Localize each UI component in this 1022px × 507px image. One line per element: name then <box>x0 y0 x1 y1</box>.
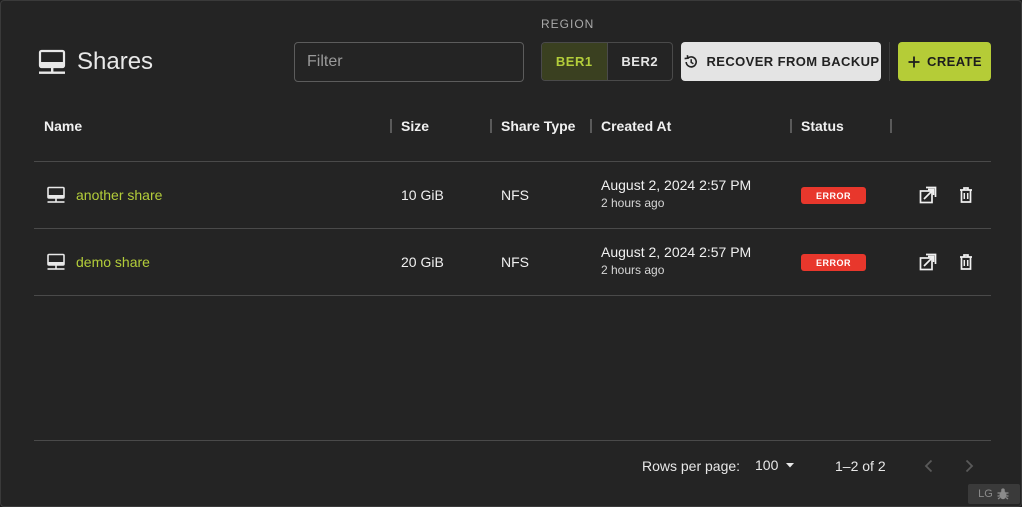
debug-badge-label: LG <box>978 488 993 500</box>
status-badge: ERROR <box>801 187 866 204</box>
trash-icon[interactable] <box>956 252 976 272</box>
created-at-date: August 2, 2024 2:57 PM <box>601 177 752 193</box>
rows-per-page-label: Rows per page: <box>642 458 741 474</box>
toolbar-divider <box>889 42 890 81</box>
table-header: Name Size Share Type Created At Status <box>34 106 991 162</box>
created-at: August 2, 2024 2:57 PM 2 hours ago <box>601 244 751 277</box>
create-label: CREATE <box>927 54 982 69</box>
created-at: August 2, 2024 2:57 PM 2 hours ago <box>601 177 751 210</box>
debug-badge[interactable]: LG <box>968 484 1020 504</box>
rows-per-page-value: 100 <box>755 457 779 473</box>
region-ber2-button[interactable]: BER2 <box>608 43 673 80</box>
recover-from-backup-button[interactable]: RECOVER FROM BACKUP <box>681 42 881 81</box>
chevron-left-icon[interactable] <box>920 457 938 475</box>
share-size: 10 GiB <box>401 187 444 203</box>
restore-icon <box>684 54 697 68</box>
column-header-created-at[interactable]: Created At <box>601 106 671 145</box>
table-row: another share 10 GiB NFS August 2, 2024 … <box>34 162 991 229</box>
region-ber1-button[interactable]: BER1 <box>542 43 608 80</box>
open-external-icon[interactable] <box>918 252 938 272</box>
status-badge: ERROR <box>801 254 866 271</box>
filter-input[interactable] <box>294 42 524 82</box>
bug-icon <box>997 488 1009 500</box>
create-button[interactable]: CREATE <box>898 42 991 81</box>
shares-panel: Shares REGION BER1 BER2 RECOVER FROM BAC… <box>0 0 1022 507</box>
share-size: 20 GiB <box>401 254 444 270</box>
region-toggle: BER1 BER2 <box>541 42 673 81</box>
footer-divider <box>34 440 991 441</box>
created-at-relative: 2 hours ago <box>601 196 665 210</box>
page-title: Shares <box>77 48 154 75</box>
plus-icon <box>908 56 920 67</box>
share-name-link[interactable]: demo share <box>76 254 150 270</box>
column-separator[interactable] <box>390 119 392 133</box>
column-separator[interactable] <box>490 119 492 133</box>
network-share-icon <box>47 253 65 270</box>
column-separator[interactable] <box>890 119 892 133</box>
open-external-icon[interactable] <box>918 185 938 205</box>
share-type: NFS <box>501 187 529 203</box>
trash-icon[interactable] <box>956 185 976 205</box>
created-at-relative: 2 hours ago <box>601 263 665 277</box>
network-share-icon <box>47 186 65 203</box>
rows-per-page-select[interactable]: 100 <box>755 457 796 473</box>
column-header-name[interactable]: Name <box>44 106 82 145</box>
recover-label: RECOVER FROM BACKUP <box>706 54 880 69</box>
network-share-icon <box>38 49 66 74</box>
column-header-share-type[interactable]: Share Type <box>501 106 575 145</box>
share-type: NFS <box>501 254 529 270</box>
table-row: demo share 20 GiB NFS August 2, 2024 2:5… <box>34 229 991 296</box>
created-at-date: August 2, 2024 2:57 PM <box>601 244 752 260</box>
caret-down-icon <box>786 463 795 468</box>
column-header-status[interactable]: Status <box>801 106 844 145</box>
shares-table: Name Size Share Type Created At Status a… <box>34 106 991 296</box>
column-header-size[interactable]: Size <box>401 106 429 145</box>
column-separator[interactable] <box>590 119 592 133</box>
region-label: REGION <box>541 17 595 31</box>
share-name-link[interactable]: another share <box>76 187 162 203</box>
chevron-right-icon[interactable] <box>960 457 978 475</box>
pagination-range: 1–2 of 2 <box>835 458 886 474</box>
column-separator[interactable] <box>790 119 792 133</box>
